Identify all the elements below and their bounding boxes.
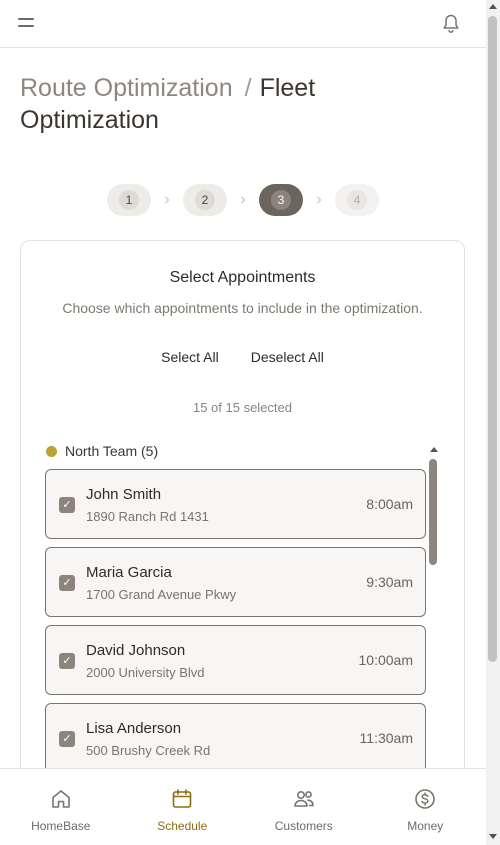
nav-item-homebase[interactable]: HomeBase	[0, 769, 122, 845]
appointment-time: 9:30am	[366, 574, 413, 590]
nav-label: Schedule	[157, 819, 208, 833]
select-appointments-card: Select Appointments Choose which appoint…	[20, 240, 465, 800]
list-scrollbar[interactable]	[429, 447, 439, 787]
scrollbar-thumb[interactable]	[488, 16, 497, 662]
selected-count: 15 of 15 selected	[192, 400, 293, 415]
checkbox[interactable]: ✓	[59, 653, 75, 669]
scrollbar-thumb[interactable]	[429, 459, 437, 565]
nav-label: Customers	[274, 819, 333, 833]
breadcrumb-parent[interactable]: Route Optimization	[20, 74, 233, 102]
step-number: 3	[271, 190, 291, 210]
step-number: 4	[347, 190, 367, 210]
users-icon	[293, 791, 314, 807]
appointment-name: David Johnson	[86, 642, 186, 659]
dollar-icon	[415, 789, 436, 809]
step-1[interactable]: 1	[107, 184, 151, 216]
step-number: 2	[195, 190, 215, 210]
selection-actions: Select All Deselect All	[21, 349, 464, 365]
chevron-right-icon: ›	[316, 191, 322, 208]
appointment-address: 500 Brushy Creek Rd	[86, 743, 211, 758]
appointment-item[interactable]: ✓ John Smith 1890 Ranch Rd 1431 8:00am	[45, 469, 426, 539]
scroll-up-arrow-icon[interactable]	[489, 4, 497, 9]
appointment-name: Lisa Anderson	[86, 720, 182, 737]
top-bar	[0, 0, 486, 48]
calendar-icon	[172, 789, 192, 808]
checkbox[interactable]: ✓	[59, 575, 75, 591]
appointment-time: 10:00am	[358, 652, 413, 668]
appointment-name: Maria Garcia	[86, 564, 172, 581]
team-color-dot	[46, 445, 57, 457]
breadcrumb: Route Optimization / Fleet Optimization	[20, 72, 420, 136]
nav-label: Money	[407, 819, 444, 833]
select-all-button[interactable]: Select All	[161, 349, 219, 365]
group-header[interactable]: North Team (5)	[46, 443, 158, 459]
card-title: Select Appointments	[169, 269, 316, 286]
appointment-time: 11:30am	[359, 730, 413, 746]
step-4: 4	[335, 184, 379, 216]
appointment-address: 1890 Ranch Rd 1431	[86, 509, 209, 524]
step-2[interactable]: 2	[183, 184, 227, 216]
breadcrumb-separator: /	[244, 74, 252, 102]
scroll-up-arrow-icon[interactable]	[430, 447, 438, 452]
chevron-right-icon: ›	[164, 191, 170, 208]
scroll-down-arrow-icon[interactable]	[489, 834, 497, 839]
home-icon	[51, 790, 70, 808]
deselect-all-button[interactable]: Deselect All	[251, 349, 324, 365]
nav-item-money[interactable]: Money	[365, 769, 487, 845]
bell-icon[interactable]	[441, 13, 461, 35]
appointment-list: ✓ John Smith 1890 Ranch Rd 1431 8:00am ✓…	[45, 469, 426, 781]
chevron-right-icon: ›	[240, 191, 246, 208]
nav-label: HomeBase	[31, 819, 91, 833]
page-scrollbar[interactable]	[486, 0, 500, 845]
step-number: 1	[119, 190, 139, 210]
checkbox[interactable]: ✓	[59, 497, 75, 513]
bottom-nav: HomeBase Schedule Customers Money	[0, 768, 486, 845]
hamburger-icon[interactable]	[18, 16, 36, 30]
checkbox[interactable]: ✓	[59, 731, 75, 747]
nav-item-customers[interactable]: Customers	[243, 769, 365, 845]
appointment-item[interactable]: ✓ Lisa Anderson 500 Brushy Creek Rd 11:3…	[45, 703, 426, 773]
appointment-time: 8:00am	[366, 496, 413, 512]
appointment-address: 2000 University Blvd	[86, 665, 205, 680]
appointment-item[interactable]: ✓ Maria Garcia 1700 Grand Avenue Pkwy 9:…	[45, 547, 426, 617]
nav-item-schedule[interactable]: Schedule	[122, 769, 244, 845]
appointment-item[interactable]: ✓ David Johnson 2000 University Blvd 10:…	[45, 625, 426, 695]
appointment-name: John Smith	[86, 486, 162, 503]
appointment-address: 1700 Grand Avenue Pkwy	[86, 587, 237, 602]
stepper: 1 › 2 › 3 › 4	[107, 184, 379, 216]
card-subtitle: Choose which appointments to include in …	[62, 300, 423, 316]
group-label: North Team (5)	[65, 443, 159, 459]
step-3[interactable]: 3	[259, 184, 303, 216]
